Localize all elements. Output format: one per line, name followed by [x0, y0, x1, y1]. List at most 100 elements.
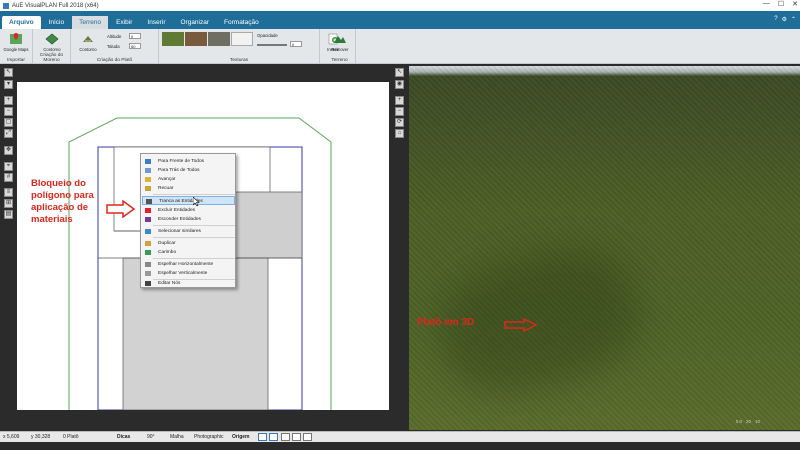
- pan-icon[interactable]: ✥: [4, 146, 13, 155]
- collapse-ribbon-icon[interactable]: ⌃: [791, 16, 796, 23]
- app-window: AuE VisualPLAN Full 2018 (x64) — ☐ ✕ Arq…: [0, 0, 800, 450]
- contorno-moreno-button[interactable]: Contorno: [39, 32, 65, 52]
- menu-item-duplicar[interactable]: Duplicar: [142, 239, 235, 248]
- bring-front-icon: [145, 159, 151, 164]
- altitude-label: Altitude: [107, 34, 122, 39]
- menu-item-excluir[interactable]: Excluir Entidades: [142, 206, 235, 215]
- opacity-input[interactable]: 0: [290, 41, 302, 47]
- tab-organizar[interactable]: Organizar: [173, 16, 216, 29]
- reset-view-icon[interactable]: ⌂: [395, 129, 404, 138]
- status-bar: x 5,609 y 30,328 0 Platô Dicas 90° Malha…: [0, 431, 800, 442]
- menu-item-tranca-entidades[interactable]: Tranca as Entidades: [142, 196, 235, 205]
- annotation-lock-polygon: Bloqueio do polígono para aplicação de m…: [31, 178, 94, 225]
- edit-nodes-icon: [145, 281, 151, 286]
- forward-icon: [145, 177, 151, 182]
- maximize-button[interactable]: ☐: [778, 0, 784, 8]
- status-dicas[interactable]: Dicas: [117, 434, 130, 440]
- zoom-window-icon[interactable]: ▢: [4, 118, 13, 127]
- zoom-out-icon[interactable]: −: [4, 107, 13, 116]
- group-label-plato: Criação do Platô: [96, 58, 133, 63]
- texture-grass-swatch[interactable]: [162, 32, 184, 46]
- minimize-button[interactable]: —: [763, 0, 770, 8]
- texture-blank-swatch[interactable]: [231, 32, 253, 46]
- altitude-input[interactable]: 0: [129, 33, 141, 39]
- track-toggle-icon[interactable]: [303, 433, 312, 441]
- group-terreno: Remover Terreno: [324, 29, 356, 64]
- left-toolbar: ↖ ▾ + − ▢ ⤢ ✥ ⌖ # ≡ ⊞ ▤: [2, 66, 14, 426]
- camera-icon[interactable]: ◉: [395, 80, 404, 89]
- zoom-in-3d-icon[interactable]: +: [395, 96, 404, 105]
- select-tool-icon[interactable]: ↖: [4, 68, 13, 77]
- mirror-h-icon: [145, 262, 151, 267]
- tab-inicio[interactable]: Início: [42, 16, 72, 29]
- contorno-plato-button[interactable]: Contorno: [75, 32, 101, 52]
- quick-icons: ? ⚙ ⌃: [774, 16, 796, 23]
- status-platos: 0 Platô: [63, 434, 79, 440]
- menu-item-para-tras[interactable]: Para Trás de Todos: [142, 166, 235, 175]
- mirror-v-icon: [145, 271, 151, 276]
- help-icon[interactable]: ?: [774, 16, 777, 23]
- status-photographic[interactable]: Photographic: [194, 434, 223, 440]
- view-3d[interactable]: Platô em 3D 0.0 · 20 · 10: [409, 66, 800, 430]
- menu-separator: [153, 194, 235, 195]
- close-button[interactable]: ✕: [792, 0, 798, 8]
- google-maps-label: Google Maps: [3, 47, 29, 52]
- menu-item-selecionar-similares[interactable]: Selecionar similares: [142, 227, 235, 236]
- status-origem[interactable]: Origem: [232, 434, 250, 440]
- taluda-label: Taluda: [107, 44, 120, 49]
- mountain-icon: [334, 36, 346, 43]
- zoom-out-3d-icon[interactable]: −: [395, 107, 404, 116]
- layer-icon[interactable]: ≡: [4, 188, 13, 197]
- status-y: y 30,328: [31, 434, 51, 440]
- send-back-icon: [145, 168, 151, 173]
- remover-terreno-label: Remover: [331, 47, 349, 52]
- group-label-moreno: Criação do Moreno: [39, 53, 64, 63]
- room-right-gray: [234, 191, 303, 259]
- tab-arquivo[interactable]: Arquivo: [2, 16, 41, 29]
- rotate-3d-icon[interactable]: ⟳: [395, 118, 404, 127]
- window-title: AuE VisualPLAN Full 2018 (x64): [12, 2, 99, 9]
- terrain-contour-icon: [45, 33, 59, 45]
- ribbon: Google Maps Importar Contorno Criação do…: [0, 29, 800, 64]
- menu-item-recuar[interactable]: Recuar: [142, 184, 235, 193]
- settings-icon[interactable]: ⚙: [782, 16, 787, 23]
- texture-soil-swatch[interactable]: [185, 32, 207, 46]
- status-x: x 5,609: [3, 434, 20, 440]
- menu-item-espelhar-h[interactable]: Espelhar Horizontalmente: [142, 260, 235, 269]
- grid-icon[interactable]: #: [4, 173, 13, 182]
- menu-separator: [153, 258, 235, 259]
- tab-formatacao[interactable]: Formatação: [217, 16, 266, 29]
- print-icon[interactable]: ▤: [4, 210, 13, 219]
- orbit-select-icon[interactable]: ↖: [395, 68, 404, 77]
- delete-icon: [145, 208, 151, 213]
- menu-item-espelhar-v[interactable]: Espelhar Verticalmente: [142, 269, 235, 278]
- menu-item-carimbo[interactable]: Carimbo: [142, 248, 235, 257]
- snap-toggle-icon[interactable]: [258, 433, 267, 441]
- zoom-extents-icon[interactable]: ⤢: [4, 129, 13, 138]
- select-similar-icon: [145, 229, 151, 234]
- opacity-slider[interactable]: [257, 44, 287, 46]
- status-malha[interactable]: Malha: [170, 434, 184, 440]
- view3d-toolbar: ↖ ◉ + − ⟳ ⌂: [391, 66, 408, 430]
- polar-toggle-icon[interactable]: [281, 433, 290, 441]
- texture-gravel-swatch[interactable]: [208, 32, 230, 46]
- menu-item-esconder[interactable]: Esconder Entidades: [142, 215, 235, 224]
- tab-inserir[interactable]: Inserir: [140, 16, 172, 29]
- remover-terreno-button[interactable]: Remover: [327, 32, 353, 52]
- tab-exibir[interactable]: Exibir: [109, 16, 139, 29]
- contorno-moreno-label: Contorno: [43, 47, 61, 52]
- taluda-input[interactable]: 60: [129, 43, 141, 49]
- google-maps-button[interactable]: Google Maps: [3, 32, 29, 52]
- ortho-toggle-icon[interactable]: [269, 433, 278, 441]
- menu-item-para-frente[interactable]: Para Frente de Todos: [142, 157, 235, 166]
- osnap-toggle-icon[interactable]: [292, 433, 301, 441]
- snap-icon[interactable]: ⌖: [4, 162, 13, 171]
- dropdown-tool-icon[interactable]: ▾: [4, 80, 13, 89]
- status-angle[interactable]: 90°: [147, 434, 155, 440]
- menu-separator: [153, 237, 235, 238]
- menu-item-avancar[interactable]: Avançar: [142, 175, 235, 184]
- zoom-in-icon[interactable]: +: [4, 96, 13, 105]
- measure-icon[interactable]: ⊞: [4, 199, 13, 208]
- menu-item-editar-nos[interactable]: Editar Nós: [142, 279, 235, 288]
- tab-terreno[interactable]: Terreno: [72, 16, 109, 29]
